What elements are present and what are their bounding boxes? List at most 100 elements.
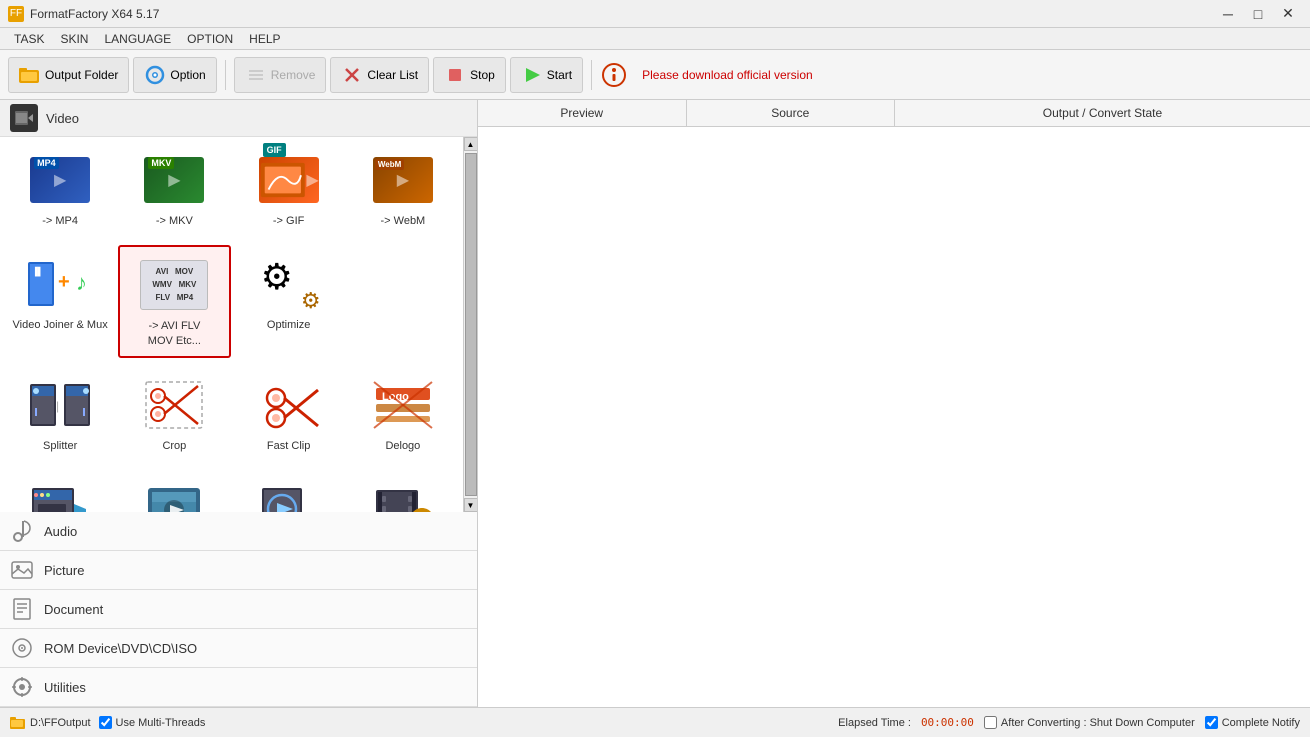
download-notice: Please download official version [642,68,813,82]
multithread-checkbox[interactable] [99,716,112,729]
title-bar: FF FormatFactory X64 5.17 ─ □ ✕ [0,0,1310,28]
scroll-up-button[interactable]: ▲ [464,137,478,151]
remove-label: Remove [271,68,316,82]
clear-list-icon [341,64,363,86]
picture-section[interactable]: Picture [0,551,477,590]
fast-clip-icon [253,375,325,435]
app-icon: FF [8,6,24,22]
format-avi[interactable]: AVI MOVWMV MKVFLV MP4 -> AVI FLVMOV Etc.… [118,245,230,358]
format-webm[interactable]: WebM -> WebM [347,141,459,237]
utilities-label: Utilities [44,680,86,695]
menu-help[interactable]: HELP [241,30,288,48]
shutdown-option[interactable]: After Converting : Shut Down Computer [984,716,1195,729]
crop[interactable]: Crop [118,366,230,462]
shutdown-label: After Converting : Shut Down Computer [1001,717,1195,729]
menu-language[interactable]: LANGUAGE [96,30,179,48]
rom-section[interactable]: ROM Device\DVD\CD\ISO [0,629,477,668]
video-grid-scroll[interactable]: MP4 -> MP4 MKV -> MKV [0,137,477,512]
scroll-thumb[interactable] [465,153,477,496]
video-last[interactable]: Video [347,470,459,512]
title-bar-controls: ─ □ ✕ [1214,4,1302,24]
joiner-label: Video Joiner & Mux [13,318,108,332]
audio-section[interactable]: Audio [0,512,477,551]
clear-list-button[interactable]: Clear List [330,57,429,93]
video-section-label: Video [46,111,79,126]
delogo[interactable]: Logo Delogo [347,366,459,462]
output-column-header: Output / Convert State [895,100,1310,126]
document-icon [8,595,36,623]
svg-text:+: + [58,271,70,293]
video-section-header[interactable]: Video [0,100,477,137]
app-icon-text: FF [10,8,22,19]
format-gif[interactable]: GIF -> GIF [233,141,345,237]
folder-icon-small [10,716,26,730]
webm-label: -> WebM [381,214,426,228]
elapsed-value: 00:00:00 [921,716,974,729]
video-grid-row1: MP4 -> MP4 MKV -> MKV [0,137,463,241]
main-layout: Video MP4 -> MP4 [0,100,1310,707]
menu-option[interactable]: OPTION [179,30,241,48]
shutdown-checkbox[interactable] [984,716,997,729]
format-icon [253,479,325,512]
start-button[interactable]: Start [510,57,583,93]
mkv-icon: MKV [138,150,210,210]
format-mkv[interactable]: MKV -> MKV [118,141,230,237]
rom-icon [8,634,36,662]
screen[interactable]: Screen [118,470,230,512]
audio-label: Audio [44,524,77,539]
menu-skin[interactable]: SKIN [52,30,96,48]
document-section[interactable]: Document [0,590,477,629]
splitter[interactable]: | Splitter [4,366,116,462]
status-bar: D:\FFOutput Use Multi-Threads Elapsed Ti… [0,707,1310,737]
screen-icon [138,479,210,512]
fast-clip[interactable]: Fast Clip [233,366,345,462]
preview-column-header: Preview [478,100,687,126]
output-folder-label: Output Folder [45,68,118,82]
delogo-icon: Logo [367,375,439,435]
option-button[interactable]: Option [133,57,216,93]
format-mp4[interactable]: MP4 -> MP4 [4,141,116,237]
remove-button[interactable]: Remove [234,57,327,93]
notify-option[interactable]: Complete Notify [1205,716,1300,729]
stop-label: Stop [470,68,495,82]
option-label: Option [170,68,205,82]
stop-button[interactable]: Stop [433,57,506,93]
video-joiner[interactable]: ▐▌ + ♪ Video Joiner & Mux [4,245,116,358]
utilities-icon [8,673,36,701]
menu-task[interactable]: TASK [6,30,52,48]
svg-text:▐▌: ▐▌ [32,266,43,277]
export-icon [24,479,96,512]
export[interactable]: Export [4,470,116,512]
gif-icon: GIF [253,150,325,210]
minimize-button[interactable]: ─ [1214,4,1242,24]
maximize-button[interactable]: □ [1244,4,1272,24]
video-scrollbar[interactable]: ▲ ▼ [463,137,477,512]
remove-icon [245,64,267,86]
multithread-option[interactable]: Use Multi-Threads [99,716,206,729]
document-label: Document [44,602,103,617]
separator-1 [225,60,226,90]
delogo-label: Delogo [385,439,420,453]
picture-label: Picture [44,563,84,578]
format[interactable]: Format [233,470,345,512]
rom-label: ROM Device\DVD\CD\ISO [44,641,197,656]
optimize[interactable]: ⚙ ⚙ Optimize [233,245,345,358]
video-header-icon [10,104,38,132]
close-button[interactable]: ✕ [1274,4,1302,24]
svg-text:|: | [56,399,59,413]
utilities-section[interactable]: Utilities [0,668,477,707]
clear-list-label: Clear List [367,68,418,82]
folder-icon [19,64,41,86]
menu-bar: TASK SKIN LANGUAGE OPTION HELP [0,28,1310,50]
optimize-icon: ⚙ ⚙ [253,254,325,314]
download-icon [600,61,628,89]
status-folder-path: D:\FFOutput [30,717,91,729]
output-folder-button[interactable]: Output Folder [8,57,129,93]
separator-2 [591,60,592,90]
scroll-down-button[interactable]: ▼ [464,498,478,512]
notify-label: Complete Notify [1222,717,1300,729]
optimize-label: Optimize [267,318,310,332]
notify-checkbox[interactable] [1205,716,1218,729]
svg-text:♪: ♪ [76,270,87,295]
crop-label: Crop [162,439,186,453]
